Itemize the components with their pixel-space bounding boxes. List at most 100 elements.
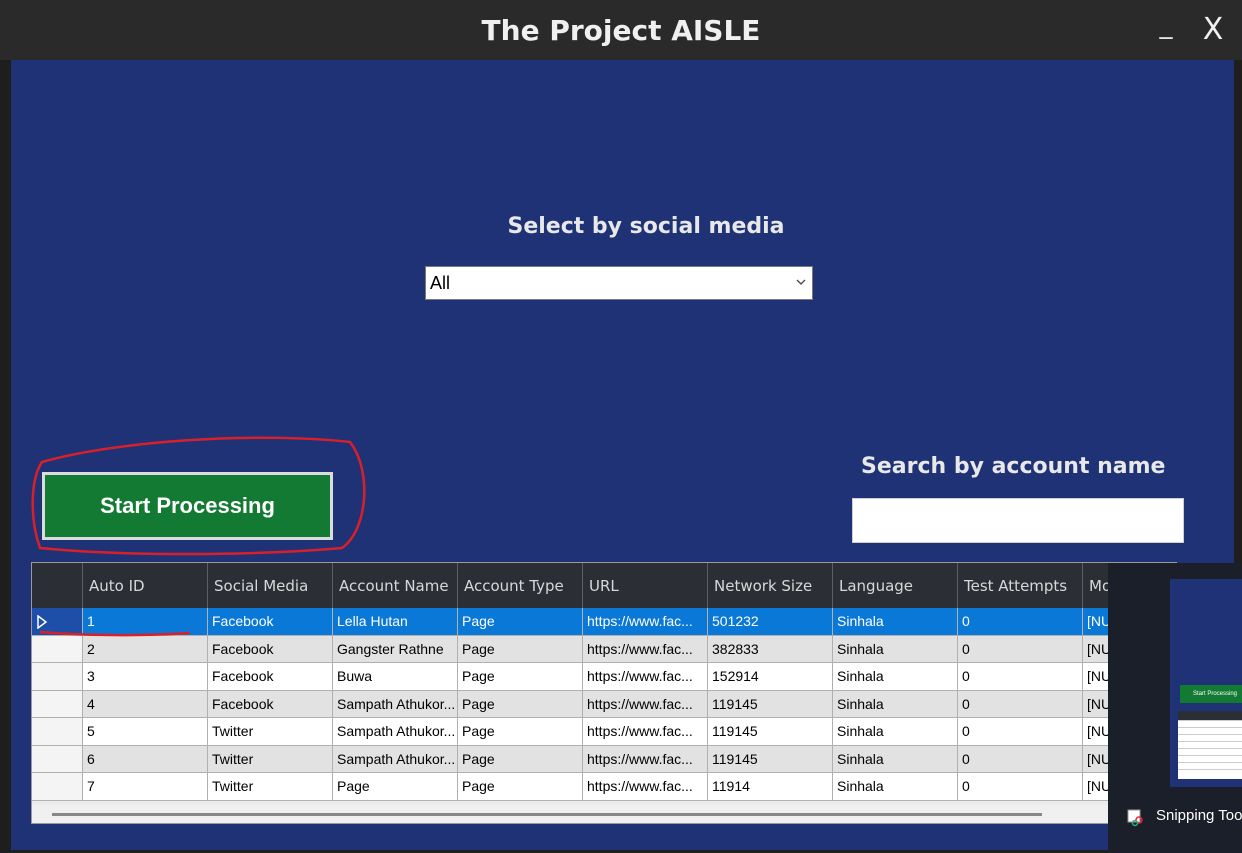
- table-cell[interactable]: 6: [83, 745, 208, 773]
- table-cell[interactable]: Facebook: [208, 663, 333, 691]
- search-input[interactable]: [852, 498, 1184, 543]
- table-body: 1 Facebook Lella Hutan Page https://www.fac.…: [32, 608, 1176, 801]
- table-cell[interactable]: 501232: [708, 608, 833, 636]
- table-cell[interactable]: Sinhala: [833, 663, 958, 691]
- table-cell[interactable]: Sinhala: [833, 635, 958, 663]
- table-cell[interactable]: Sinhala: [833, 608, 958, 636]
- table-cell[interactable]: 0: [958, 718, 1083, 746]
- row-header-corner: [32, 563, 83, 608]
- table-cell[interactable]: Gangster Rathne: [333, 635, 458, 663]
- search-label: Search by account name: [861, 454, 1166, 479]
- table-cell[interactable]: 119145: [708, 745, 833, 773]
- table-cell[interactable]: Page: [458, 663, 583, 691]
- main-panel: Select by social media All Search by acc…: [11, 60, 1234, 850]
- table-cell[interactable]: 5: [83, 718, 208, 746]
- social-media-filter-label: Select by social media: [507, 214, 785, 239]
- table-row[interactable]: 4 Facebook Sampath Athukor... Page https://w…: [32, 690, 1176, 718]
- table-cell[interactable]: Twitter: [208, 745, 333, 773]
- table-cell[interactable]: 4: [83, 690, 208, 718]
- table-cell[interactable]: Sinhala: [833, 745, 958, 773]
- table-row[interactable]: 5 Twitter Sampath Athukor... Page https://ww…: [32, 718, 1176, 746]
- table-cell[interactable]: Twitter: [208, 773, 333, 801]
- table-cell[interactable]: https://www.fac...: [583, 718, 708, 746]
- table-cell[interactable]: 3: [83, 663, 208, 691]
- table-cell[interactable]: https://www.fac...: [583, 663, 708, 691]
- table-cell[interactable]: 1: [83, 608, 208, 636]
- column-header[interactable]: URL: [583, 563, 708, 608]
- table-cell[interactable]: Sampath Athukor...: [333, 690, 458, 718]
- table-cell[interactable]: 0: [958, 608, 1083, 636]
- accounts-table: Auto ID Social Media Account Name Accoun…: [31, 562, 1177, 824]
- minimize-button[interactable]: _: [1152, 10, 1180, 44]
- column-header[interactable]: Account Name: [333, 563, 458, 608]
- table-cell[interactable]: https://www.fac...: [583, 608, 708, 636]
- close-button[interactable]: X: [1196, 12, 1230, 47]
- table-cell[interactable]: Sinhala: [833, 718, 958, 746]
- social-media-select[interactable]: All: [425, 266, 813, 300]
- row-header[interactable]: [32, 718, 83, 746]
- table-cell[interactable]: Buwa: [333, 663, 458, 691]
- row-header[interactable]: [32, 690, 83, 718]
- column-header[interactable]: Language: [833, 563, 958, 608]
- table-cell[interactable]: 152914: [708, 663, 833, 691]
- table-cell[interactable]: Page: [458, 635, 583, 663]
- table-cell[interactable]: https://www.fac...: [583, 635, 708, 663]
- table-cell[interactable]: Facebook: [208, 690, 333, 718]
- table-cell[interactable]: Facebook: [208, 635, 333, 663]
- table-cell[interactable]: Sinhala: [833, 690, 958, 718]
- column-header[interactable]: Test Attempts: [958, 563, 1083, 608]
- table-cell[interactable]: Facebook: [208, 608, 333, 636]
- table-cell[interactable]: Page: [458, 718, 583, 746]
- table-cell[interactable]: Twitter: [208, 718, 333, 746]
- table-cell[interactable]: 0: [958, 690, 1083, 718]
- taskbar-app-label: Snipping Too: [1156, 807, 1242, 824]
- column-header[interactable]: Network Size: [708, 563, 833, 608]
- table-row[interactable]: 2 Facebook Gangster Rathne Page https://www.…: [32, 635, 1176, 663]
- social-media-select-value: All: [430, 273, 451, 293]
- row-header[interactable]: [32, 608, 83, 636]
- table-cell[interactable]: 0: [958, 663, 1083, 691]
- table-cell[interactable]: 0: [958, 773, 1083, 801]
- row-header[interactable]: [32, 773, 83, 801]
- table-cell[interactable]: https://www.fac...: [583, 690, 708, 718]
- table-cell[interactable]: https://www.fac...: [583, 773, 708, 801]
- horizontal-scrollbar[interactable]: [32, 805, 1176, 823]
- preview-grid: [1178, 711, 1242, 779]
- table-cell[interactable]: 11914: [708, 773, 833, 801]
- table-cell[interactable]: 0: [958, 745, 1083, 773]
- title-bar: The Project AISLE _ X: [0, 0, 1242, 60]
- preview-start-button: Start Processing: [1180, 685, 1242, 703]
- window-title: The Project AISLE: [481, 14, 761, 47]
- snipping-tool-icon: [1127, 809, 1143, 827]
- column-header[interactable]: Account Type: [458, 563, 583, 608]
- table-cell[interactable]: 7: [83, 773, 208, 801]
- row-header[interactable]: [32, 663, 83, 691]
- table-cell[interactable]: 119145: [708, 690, 833, 718]
- table-cell[interactable]: Page: [458, 773, 583, 801]
- table-cell[interactable]: Lella Hutan: [333, 608, 458, 636]
- row-header[interactable]: [32, 635, 83, 663]
- column-header[interactable]: Auto ID: [83, 563, 208, 608]
- table-cell[interactable]: Sampath Athukor...: [333, 718, 458, 746]
- column-header[interactable]: Social Media: [208, 563, 333, 608]
- table-cell[interactable]: 119145: [708, 718, 833, 746]
- row-header[interactable]: [32, 745, 83, 773]
- table-cell[interactable]: Page: [458, 608, 583, 636]
- table-row[interactable]: 3 Facebook Buwa Page https://www.fac... 15291…: [32, 663, 1176, 691]
- taskbar-thumbnail[interactable]: Start Processing Snipping Too: [1108, 563, 1242, 853]
- table-cell[interactable]: https://www.fac...: [583, 745, 708, 773]
- table-cell[interactable]: 382833: [708, 635, 833, 663]
- table-row[interactable]: 1 Facebook Lella Hutan Page https://www.fac.…: [32, 608, 1176, 636]
- table-row[interactable]: 7 Twitter Page Page https://www.fac... 11914 S…: [32, 773, 1176, 801]
- table-cell[interactable]: Page: [458, 690, 583, 718]
- table-header: Auto ID Social Media Account Name Accoun…: [32, 563, 1176, 608]
- table-cell[interactable]: 0: [958, 635, 1083, 663]
- start-processing-button[interactable]: Start Processing: [42, 472, 333, 540]
- table-cell[interactable]: Sampath Athukor...: [333, 745, 458, 773]
- table-cell[interactable]: Sinhala: [833, 773, 958, 801]
- table-cell[interactable]: Page: [333, 773, 458, 801]
- table-row[interactable]: 6 Twitter Sampath Athukor... Page https://ww…: [32, 745, 1176, 773]
- table-cell[interactable]: Page: [458, 745, 583, 773]
- scrollbar-thumb[interactable]: [52, 813, 1042, 816]
- table-cell[interactable]: 2: [83, 635, 208, 663]
